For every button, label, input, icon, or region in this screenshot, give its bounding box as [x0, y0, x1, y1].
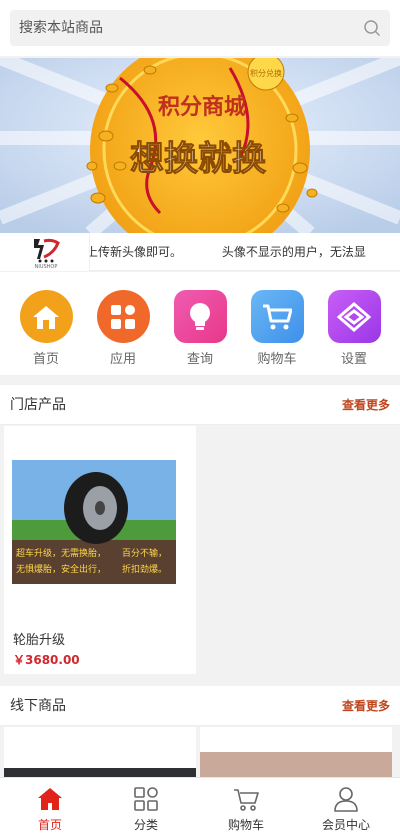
offline-product-image-1	[4, 768, 196, 777]
notice-text-2: 头像不显示的用户，无法显	[221, 245, 366, 259]
cart-icon	[250, 290, 304, 343]
tab-cart[interactable]: 购物车	[196, 778, 296, 835]
store-more-link[interactable]: 查看更多	[342, 385, 390, 425]
category-icon	[134, 787, 158, 811]
nav-query[interactable]: 查询	[168, 290, 232, 367]
notice-bar[interactable]: NIUSHOP 上传新头像即可。 头像不显示的用户，无法显	[0, 233, 400, 271]
nav-home-label: 首页	[32, 352, 59, 367]
offline-product-image-2	[200, 752, 392, 777]
tire-image-text-4: 折扣劲爆。	[122, 563, 167, 575]
banner-image: 积分商城 想换就换 积分兑换	[0, 58, 400, 233]
nav-settings-label: 设置	[340, 352, 367, 367]
banner-line1: 积分商城	[158, 94, 246, 120]
product-card[interactable]: 超车升级，无需换胎， 无惧爆胎，安全出行， 百分不输， 折扣劲爆。 轮胎升级 ￥…	[4, 426, 196, 674]
offline-more-link[interactable]: 查看更多	[342, 686, 390, 726]
bulb-icon	[173, 290, 227, 343]
notice-logo-text: NIUSHOP	[35, 264, 58, 270]
apps-icon	[96, 290, 150, 343]
notice-logo: NIUSHOP	[0, 233, 90, 271]
search-icon[interactable]	[363, 19, 381, 37]
tab-category-label: 分类	[133, 818, 158, 832]
offline-product-card-1[interactable]	[4, 727, 196, 777]
tab-home-label: 首页	[37, 818, 62, 832]
search-box[interactable]	[10, 10, 390, 46]
nav-settings[interactable]: 设置	[322, 290, 386, 367]
nav-cart-label: 购物车	[257, 352, 297, 367]
tab-category[interactable]: 分类	[96, 778, 196, 835]
nav-query-label: 查询	[186, 352, 213, 367]
search-bar	[0, 0, 400, 56]
tab-home[interactable]: 首页	[0, 778, 100, 835]
store-section-header: 门店产品 查看更多	[0, 385, 400, 425]
search-input[interactable]	[10, 10, 350, 46]
tab-member-label: 会员中心	[321, 818, 370, 832]
nav-apps-label: 应用	[109, 352, 136, 367]
tire-image-text-1: 超车升级，无需换胎，	[16, 547, 106, 559]
tire-image-text-2: 无惧爆胎，安全出行，	[16, 563, 106, 575]
offline-product-card-2[interactable]	[200, 727, 392, 777]
home-icon	[38, 788, 62, 810]
banner-badge: 积分兑换	[250, 68, 282, 78]
product-price: ￥3680.00	[13, 653, 80, 667]
nav-apps[interactable]: 应用	[91, 290, 155, 367]
nav-home[interactable]: 首页	[14, 290, 78, 367]
offline-section-title: 线下商品	[10, 698, 66, 714]
banner-line2: 想换就换	[130, 139, 266, 179]
promo-banner[interactable]: 积分商城 想换就换 积分兑换	[0, 58, 400, 233]
notice-text-1: 上传新头像即可。	[90, 245, 183, 259]
home-icon	[19, 290, 73, 343]
cart-icon	[234, 789, 259, 811]
product-name: 轮胎升级	[13, 633, 66, 648]
nav-cart[interactable]: 购物车	[245, 290, 309, 367]
tab-cart-label: 购物车	[227, 818, 264, 832]
notice-marquee: 上传新头像即可。 头像不显示的用户，无法显	[90, 233, 400, 271]
diamond-icon	[327, 290, 381, 343]
tab-member[interactable]: 会员中心	[296, 778, 396, 835]
page: 积分商城 想换就换 积分兑换 NIUSHOP 上传新头像即可。 头像不显示的用户…	[0, 0, 400, 835]
offline-section-header: 线下商品 查看更多	[0, 686, 400, 726]
store-section-title: 门店产品	[10, 397, 66, 413]
tire-product-image: 超车升级，无需换胎， 无惧爆胎，安全出行， 百分不输， 折扣劲爆。	[4, 426, 196, 621]
user-icon	[334, 787, 358, 812]
quick-nav: 首页 应用 查询 购物车 设置	[0, 272, 400, 375]
bottom-tab-bar: 首页 分类 购物车 会员中心	[0, 777, 400, 835]
tire-image-text-3: 百分不输，	[122, 547, 167, 559]
